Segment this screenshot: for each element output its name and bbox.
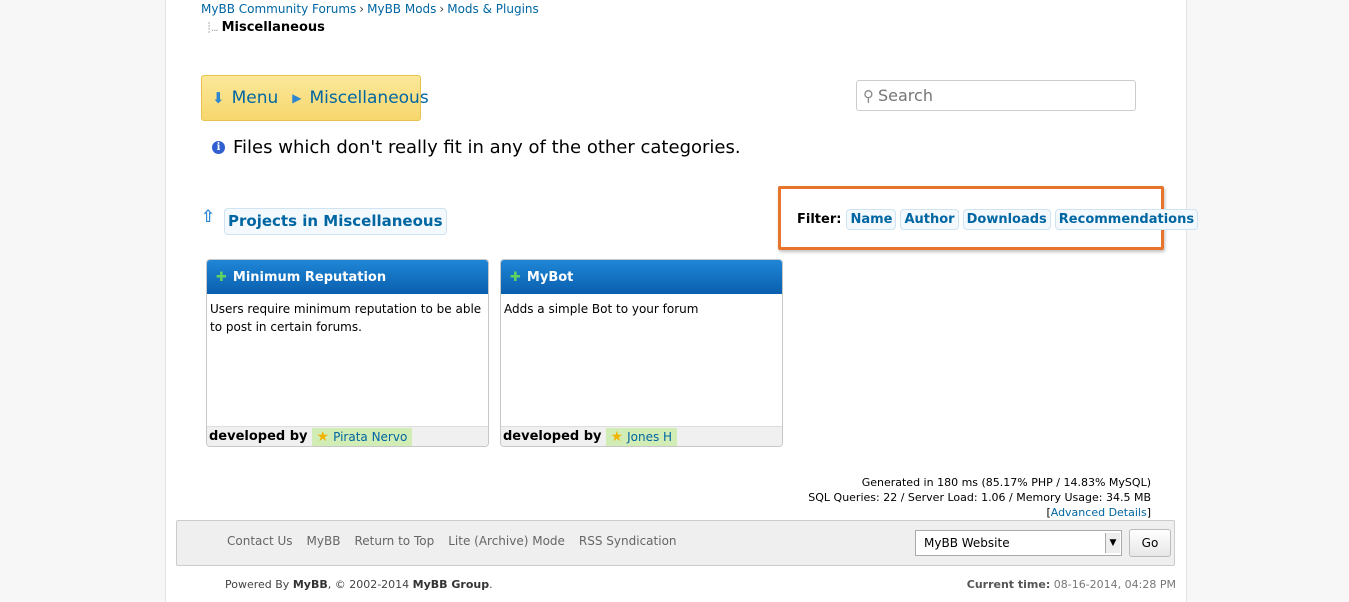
current-time: Current time: 08-16-2014, 04:28 PM — [967, 578, 1176, 591]
footer-link-lite[interactable]: Lite (Archive) Mode — [448, 534, 565, 548]
breadcrumb-link-plugins[interactable]: Mods & Plugins — [447, 2, 539, 16]
project-title[interactable]: Minimum Reputation — [233, 270, 386, 285]
breadcrumb-link-forums[interactable]: MyBB Community Forums — [201, 2, 356, 16]
footer-bar: Contact Us MyBB Return to Top Lite (Arch… — [176, 520, 1175, 566]
developer-badge[interactable]: ★ Jones H — [605, 427, 678, 446]
footer-links: Contact Us MyBB Return to Top Lite (Arch… — [227, 534, 691, 548]
mybb-group-link[interactable]: MyBB Group — [413, 578, 489, 591]
project-card-footer: developed by ★ Jones H — [501, 426, 782, 446]
breadcrumb-separator: › — [359, 2, 365, 16]
tree-branch-icon: ┊... — [206, 23, 219, 34]
search-input[interactable] — [876, 85, 1120, 106]
puzzle-icon: ✚ — [216, 269, 227, 285]
page-container: MyBB Community Forums › MyBB Mods › Mods & P… — [165, 0, 1199, 602]
arrow-down-icon: ⬇ — [212, 89, 225, 107]
footer-link-contact[interactable]: Contact Us — [227, 534, 293, 548]
chevron-down-icon[interactable]: ▼ — [1105, 533, 1120, 553]
powered-by-prefix: Powered By — [225, 578, 290, 591]
filter-name-button[interactable]: Name — [846, 209, 897, 230]
developer-link[interactable]: Pirata Nervo — [333, 430, 407, 444]
project-card-footer: developed by ★ Pirata Nervo — [207, 426, 488, 446]
filter-label: Filter: — [797, 212, 842, 227]
theme-select-value: MyBB Website — [924, 536, 1010, 550]
copyright: Powered By MyBB, © 2002-2014 MyBB Group. — [225, 578, 493, 591]
project-title[interactable]: MyBot — [527, 270, 573, 285]
advanced-details-link[interactable]: Advanced Details — [1051, 506, 1147, 519]
debug-stats: Generated in 180 ms (85.17% PHP / 14.83%… — [808, 475, 1151, 520]
filter-recommendations-button[interactable]: Recommendations — [1054, 209, 1199, 230]
star-icon: ★ — [316, 428, 330, 445]
current-category-link[interactable]: Miscellaneous — [310, 88, 429, 108]
filter-bar: Filter: Name Author Downloads Recommenda… — [797, 209, 1202, 230]
puzzle-icon: ✚ — [510, 269, 521, 285]
copyright-years: , © 2002-2014 — [327, 578, 410, 591]
project-description: Users require minimum reputation to be a… — [210, 302, 482, 334]
breadcrumb-link-mods[interactable]: MyBB Mods — [367, 2, 436, 16]
developer-link[interactable]: Jones H — [627, 430, 672, 444]
footer-link-top[interactable]: Return to Top — [354, 534, 434, 548]
stats-generated: Generated in 180 ms (85.17% PHP / 14.83%… — [861, 476, 1151, 489]
search-box: ⚲ — [856, 80, 1136, 111]
footer-link-mybb[interactable]: MyBB — [307, 534, 341, 548]
go-button[interactable]: Go — [1129, 529, 1171, 557]
developed-by-label: developed by — [503, 429, 602, 444]
breadcrumb: MyBB Community Forums › MyBB Mods › Mods & P… — [201, 2, 539, 16]
project-description: Adds a simple Bot to your forum — [504, 302, 699, 316]
project-card: ✚ Minimum Reputation Users require minim… — [206, 259, 489, 447]
project-card-header[interactable]: ✚ MyBot — [501, 260, 782, 294]
star-icon: ★ — [610, 428, 624, 445]
current-time-label: Current time: — [966, 578, 1051, 591]
project-card: ✚ MyBot Adds a simple Bot to your forum … — [500, 259, 783, 447]
breadcrumb-current: ┊... Miscellaneous — [206, 20, 325, 35]
theme-select[interactable]: MyBB Website ▼ — [915, 530, 1122, 556]
category-menu-box: ⬇ Menu ▶ Miscellaneous — [201, 75, 429, 121]
stats-queries: SQL Queries: 22 / Server Load: 1.06 / Me… — [808, 491, 1151, 504]
current-time-value: 08-16-2014, 04:28 PM — [1053, 578, 1176, 591]
triangle-right-icon: ▶ — [292, 91, 302, 105]
search-icon: ⚲ — [863, 86, 874, 105]
filter-highlight-box: Filter: Name Author Downloads Recommenda… — [778, 186, 1199, 250]
arrow-up-icon[interactable]: ⇧ — [201, 207, 215, 227]
project-card-header[interactable]: ✚ Minimum Reputation — [207, 260, 488, 294]
projects-heading-button[interactable]: Projects in Miscellaneous — [224, 208, 447, 235]
category-description-text: Files which don't really fit in any of t… — [233, 137, 741, 158]
footer-link-rss[interactable]: RSS Syndication — [579, 534, 677, 548]
info-icon: i — [212, 141, 225, 154]
category-description: i Files which don't really fit in any of… — [212, 137, 741, 158]
developer-badge[interactable]: ★ Pirata Nervo — [311, 427, 413, 446]
copyright-end: . — [489, 578, 493, 591]
filter-author-button[interactable]: Author — [900, 209, 959, 230]
developed-by-label: developed by — [209, 429, 308, 444]
stats-advanced: [Advanced Details] — [1046, 506, 1151, 519]
breadcrumb-current-label: Miscellaneous — [221, 20, 325, 35]
breadcrumb-separator: › — [439, 2, 445, 16]
filter-downloads-button[interactable]: Downloads — [962, 209, 1051, 230]
menu-link[interactable]: Menu — [232, 88, 279, 108]
powered-by-mybb-link[interactable]: MyBB — [293, 578, 328, 591]
